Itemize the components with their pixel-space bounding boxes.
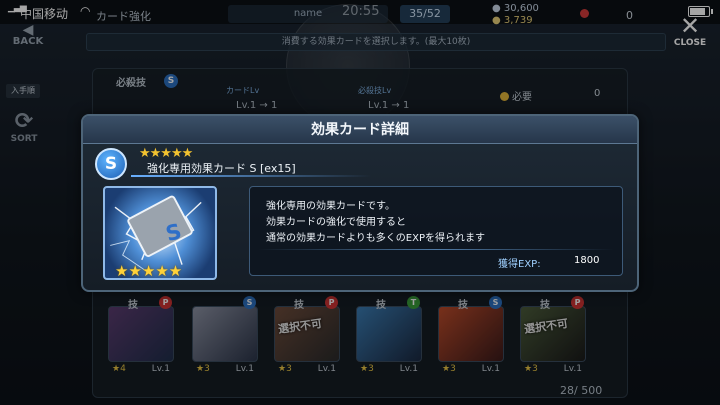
card-type-badge: S — [95, 148, 127, 180]
card-name: 強化専用効果カード S [ex15] — [147, 162, 296, 175]
dialog-title: 効果カード詳細 — [83, 116, 637, 144]
card-description-box: 強化専用の効果カードです。 効果カードの強化で使用すると 通常の効果カードよりも… — [249, 186, 623, 276]
description-line: 強化専用の効果カードです。 — [266, 201, 395, 212]
card-artwork: S ★★★★★ — [103, 186, 217, 280]
card-detail-dialog: 効果カード詳細 S ★★★★★ 強化専用効果カード S [ex15] S ★★★… — [81, 114, 639, 292]
exp-label: 獲得EXP: — [498, 259, 541, 270]
card-artwork-stars: ★★★★★ — [115, 262, 183, 280]
exp-divider — [258, 249, 614, 250]
description-line: 効果カードの強化で使用すると — [266, 217, 406, 228]
title-underline — [131, 175, 371, 177]
rarity-stars: ★★★★★ — [139, 146, 193, 161]
description-line: 通常の効果カードよりも多くのEXPを得られます — [266, 233, 485, 244]
exp-value: 1800 — [574, 255, 600, 266]
